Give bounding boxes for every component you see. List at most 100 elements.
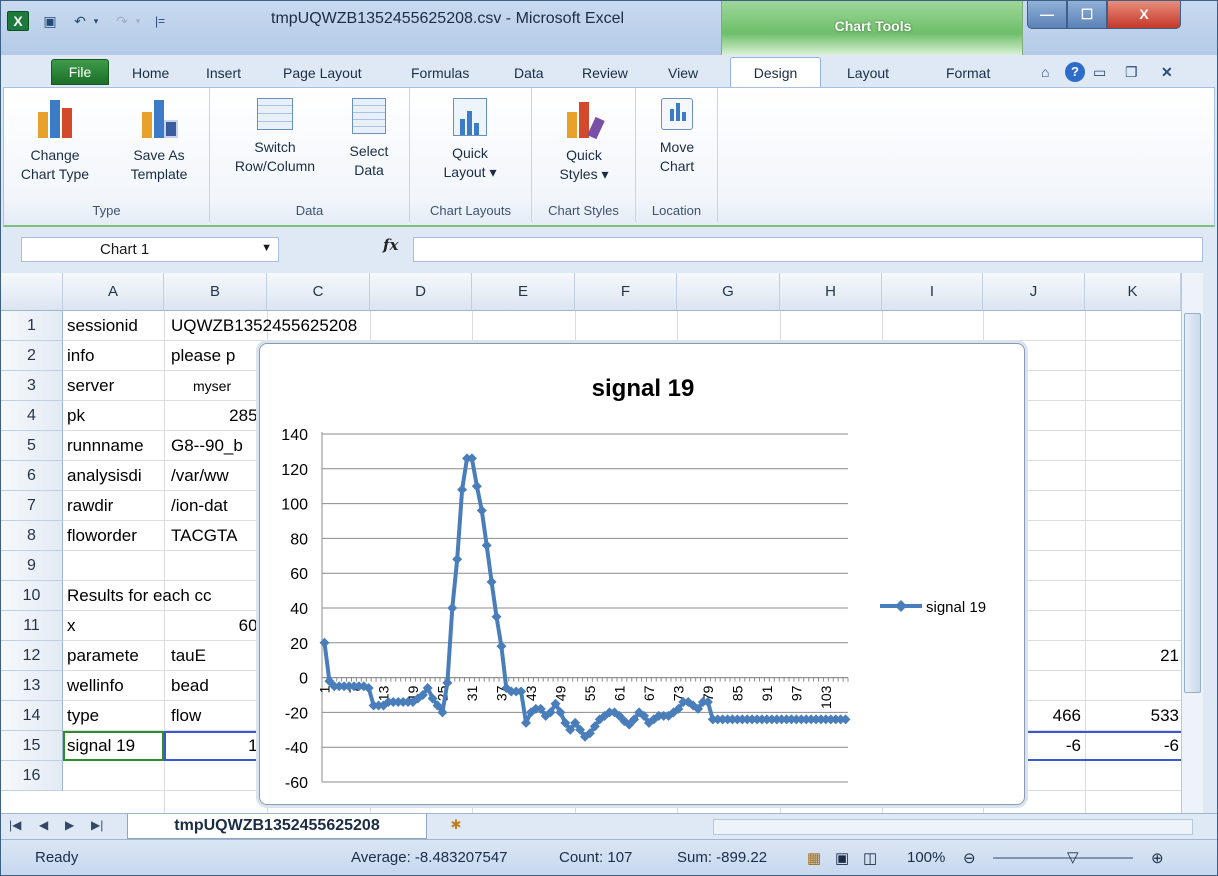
row-header-12[interactable]: 12 (1, 641, 63, 671)
cell-a8[interactable]: floworder (67, 521, 163, 551)
minimize-button[interactable]: — (1027, 1, 1067, 29)
row-header-11[interactable]: 11 (1, 611, 63, 641)
column-header-j[interactable]: J (983, 273, 1085, 311)
column-header-h[interactable]: H (780, 273, 882, 311)
tab-formulas[interactable]: Formulas (411, 61, 469, 85)
cell-b3[interactable]: myser (171, 371, 267, 401)
tab-design[interactable]: Design (730, 57, 821, 89)
row-header-6[interactable]: 6 (1, 461, 63, 491)
prev-sheet-icon[interactable]: ◀ (39, 818, 48, 832)
zoom-out-icon[interactable]: ⊖ (963, 849, 976, 867)
cell-a7[interactable]: rawdir (67, 491, 163, 521)
quick-styles-button[interactable]: Quick Styles ▾ (546, 94, 622, 194)
cell-b1[interactable]: UQWZB1352455625208 (171, 311, 411, 341)
formula-input[interactable] (413, 237, 1203, 262)
redo-dropdown-icon[interactable]: ▾ (129, 12, 147, 30)
cell-b13[interactable]: bead (171, 671, 267, 701)
cell-k14[interactable]: 533 (1089, 701, 1179, 731)
workbook-close-icon[interactable]: ✕ (1161, 61, 1173, 83)
cell-a10[interactable]: Results for each cc (67, 581, 267, 611)
row-header-15[interactable]: 15 (1, 731, 63, 761)
cell-a4[interactable]: pk (67, 401, 163, 431)
page-layout-view-icon[interactable]: ▣ (835, 849, 849, 867)
zoom-slider-thumb[interactable]: ▽ (1067, 848, 1079, 866)
row-header-10[interactable]: 10 (1, 581, 63, 611)
cell-a1[interactable]: sessionid (67, 311, 163, 341)
insert-sheet-icon[interactable]: ✱ (441, 817, 471, 836)
cell-k12[interactable]: 21 (1089, 641, 1179, 671)
save-as-template-button[interactable]: Save As Template (116, 94, 202, 194)
tab-home[interactable]: Home (132, 61, 169, 85)
close-button[interactable]: X (1107, 1, 1181, 29)
column-header-e[interactable]: E (472, 273, 575, 311)
change-chart-type-button[interactable]: Change Chart Type (10, 94, 100, 194)
row-header-2[interactable]: 2 (1, 341, 63, 371)
cell-a12[interactable]: paramete (67, 641, 163, 671)
sheet-tab-active[interactable]: tmpUQWZB1352455625208 (127, 814, 427, 839)
cell-b4[interactable]: 2859 (171, 401, 267, 431)
horizontal-scrollbar[interactable] (713, 819, 1193, 835)
cell-a14[interactable]: type (67, 701, 163, 731)
cell-a11[interactable]: x (67, 611, 163, 641)
zoom-level[interactable]: 100% (907, 849, 945, 866)
tab-view[interactable]: View (668, 61, 698, 85)
zoom-in-icon[interactable]: ⊕ (1151, 849, 1164, 867)
row-header-13[interactable]: 13 (1, 671, 63, 701)
minimize-ribbon-icon[interactable]: ⌂ (1041, 61, 1049, 83)
column-header-c[interactable]: C (267, 273, 370, 311)
help-icon[interactable]: ? (1065, 62, 1085, 82)
row-header-16[interactable]: 16 (1, 761, 63, 791)
normal-view-icon[interactable]: ▦ (807, 849, 821, 867)
column-header-b[interactable]: B (164, 273, 267, 311)
insert-function-icon[interactable]: fx (383, 236, 398, 254)
name-box-dropdown-icon[interactable]: ▼ (261, 242, 272, 254)
column-header-a[interactable]: A (63, 273, 164, 311)
column-header-k[interactable]: K (1085, 273, 1181, 311)
page-break-view-icon[interactable]: ◫ (863, 849, 877, 867)
column-header-i[interactable]: I (882, 273, 983, 311)
zoom-slider[interactable] (993, 857, 1133, 859)
row-header-5[interactable]: 5 (1, 431, 63, 461)
vertical-scrollbar[interactable] (1181, 273, 1203, 813)
tab-data[interactable]: Data (514, 61, 544, 85)
switch-row-column-button[interactable]: Switch Row/Column (220, 94, 330, 194)
cell-b2[interactable]: please p (171, 341, 267, 371)
workbook-restore-icon[interactable]: ❐ (1125, 61, 1138, 83)
last-sheet-icon[interactable]: ▶| (91, 818, 103, 832)
column-header-f[interactable]: F (575, 273, 677, 311)
row-header-8[interactable]: 8 (1, 521, 63, 551)
cell-a5[interactable]: runnname (67, 431, 163, 461)
tab-page-layout[interactable]: Page Layout (283, 61, 362, 85)
excel-logo-icon[interactable]: X (7, 11, 29, 31)
cell-b8[interactable]: TACGTA (171, 521, 267, 551)
vertical-scroll-thumb[interactable] (1184, 313, 1201, 693)
customize-qat-icon[interactable]: |= (151, 12, 169, 30)
tab-review[interactable]: Review (582, 61, 628, 85)
cell-b5[interactable]: G8--90_b (171, 431, 267, 461)
cell-b11[interactable]: 600 (171, 611, 267, 641)
next-sheet-icon[interactable]: ▶ (65, 818, 74, 832)
row-header-3[interactable]: 3 (1, 371, 63, 401)
cell-b6[interactable]: /var/ww (171, 461, 267, 491)
first-sheet-icon[interactable]: |◀ (9, 818, 21, 832)
column-header-g[interactable]: G (677, 273, 780, 311)
tab-insert[interactable]: Insert (206, 61, 241, 85)
tab-file[interactable]: File (51, 59, 109, 85)
cell-b14[interactable]: flow (171, 701, 267, 731)
column-header-d[interactable]: D (370, 273, 472, 311)
row-header-7[interactable]: 7 (1, 491, 63, 521)
cell-b7[interactable]: /ion-dat (171, 491, 267, 521)
cell-a6[interactable]: analysisdi (67, 461, 163, 491)
workbook-minimize-icon[interactable]: ▭ (1093, 61, 1106, 83)
select-data-button[interactable]: Select Data (336, 94, 402, 194)
quick-layout-button[interactable]: Quick Layout ▾ (430, 94, 510, 194)
name-box[interactable]: Chart 1 ▼ (21, 237, 279, 262)
select-all-corner[interactable] (1, 273, 63, 311)
cell-a13[interactable]: wellinfo (67, 671, 163, 701)
chart-object[interactable]: signal 19140120100806040200-20-40-601713… (259, 343, 1025, 805)
maximize-button[interactable]: ☐ (1067, 1, 1107, 29)
row-header-4[interactable]: 4 (1, 401, 63, 431)
cell-b12[interactable]: tauE (171, 641, 267, 671)
tab-layout[interactable]: Layout (847, 61, 889, 85)
save-icon[interactable]: ▣ (41, 12, 59, 30)
